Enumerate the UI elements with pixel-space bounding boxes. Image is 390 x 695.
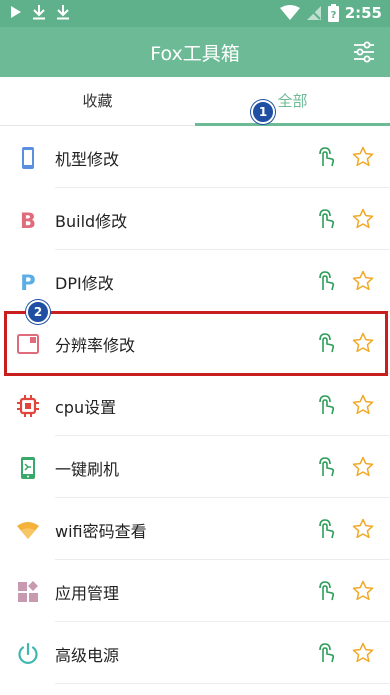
tap-run-icon[interactable] bbox=[315, 208, 337, 230]
wifi-icon bbox=[17, 522, 39, 539]
list-item[interactable]: 机型修改 bbox=[0, 126, 390, 188]
list-item[interactable]: cpu设置 bbox=[0, 374, 390, 436]
star-icon[interactable] bbox=[352, 642, 374, 664]
star-icon[interactable] bbox=[352, 580, 374, 602]
star-icon[interactable] bbox=[352, 270, 374, 292]
divider bbox=[55, 683, 390, 684]
tap-run-icon[interactable] bbox=[315, 642, 337, 664]
star-icon[interactable] bbox=[352, 456, 374, 478]
tab-bar: 收藏 全部 bbox=[0, 77, 390, 126]
tap-run-icon[interactable] bbox=[315, 456, 337, 478]
battery-icon: ? bbox=[327, 4, 339, 22]
letter-p-icon: P bbox=[20, 271, 35, 294]
item-label: 高级电源 bbox=[55, 646, 120, 665]
status-time: 2:55 bbox=[344, 4, 382, 22]
filter-settings-icon[interactable] bbox=[352, 40, 376, 64]
app-bar: Fox工具箱 bbox=[0, 27, 390, 77]
item-label: 应用管理 bbox=[55, 584, 120, 603]
item-label: wifi密码查看 bbox=[55, 522, 147, 541]
star-icon[interactable] bbox=[352, 208, 374, 230]
download-icon bbox=[57, 5, 69, 20]
power-icon bbox=[18, 642, 38, 664]
tap-run-icon[interactable] bbox=[315, 518, 337, 540]
item-label: 机型修改 bbox=[55, 150, 120, 169]
star-icon[interactable] bbox=[352, 518, 374, 540]
tap-run-icon[interactable] bbox=[315, 270, 337, 292]
play-icon bbox=[11, 6, 21, 18]
star-icon[interactable] bbox=[352, 394, 374, 416]
wifi-signal-icon bbox=[279, 5, 300, 20]
flash-phone-icon bbox=[21, 457, 35, 479]
list-item[interactable]: 应用管理 bbox=[0, 560, 390, 622]
chip-icon bbox=[17, 395, 39, 417]
annotation-badge-1: 1 bbox=[251, 100, 275, 124]
letter-b-icon: B bbox=[20, 209, 36, 232]
highlight-box bbox=[4, 311, 388, 376]
list-item[interactable]: wifi密码查看 bbox=[0, 498, 390, 560]
app-title: Fox工具箱 bbox=[150, 43, 240, 65]
item-label: cpu设置 bbox=[55, 398, 117, 417]
tool-list: 机型修改 B Build修改 P DPI修改 分辨率修改 cpu设置 一键刷机 bbox=[0, 126, 390, 684]
apps-icon bbox=[18, 581, 38, 602]
phone-icon bbox=[22, 147, 34, 169]
list-item[interactable]: B Build修改 bbox=[0, 188, 390, 250]
tap-run-icon[interactable] bbox=[315, 580, 337, 602]
svg-text:P: P bbox=[20, 271, 35, 294]
cellular-off-icon bbox=[306, 6, 321, 20]
item-label: DPI修改 bbox=[55, 274, 114, 293]
tap-run-icon[interactable] bbox=[315, 146, 337, 168]
list-item[interactable]: 一键刷机 bbox=[0, 436, 390, 498]
tap-run-icon[interactable] bbox=[315, 394, 337, 416]
annotation-badge-2: 2 bbox=[26, 300, 50, 324]
svg-text:B: B bbox=[20, 209, 36, 232]
list-item[interactable]: 高级电源 bbox=[0, 622, 390, 684]
svg-text:?: ? bbox=[330, 10, 336, 21]
item-label: 一键刷机 bbox=[55, 460, 120, 479]
list-item[interactable]: P DPI修改 bbox=[0, 250, 390, 312]
tab-favorites[interactable]: 收藏 bbox=[0, 77, 195, 125]
item-label: Build修改 bbox=[55, 212, 128, 231]
status-bar: ? 2:55 bbox=[0, 0, 390, 27]
star-icon[interactable] bbox=[352, 146, 374, 168]
tab-all[interactable]: 全部 bbox=[195, 77, 390, 125]
download-icon bbox=[33, 5, 45, 20]
